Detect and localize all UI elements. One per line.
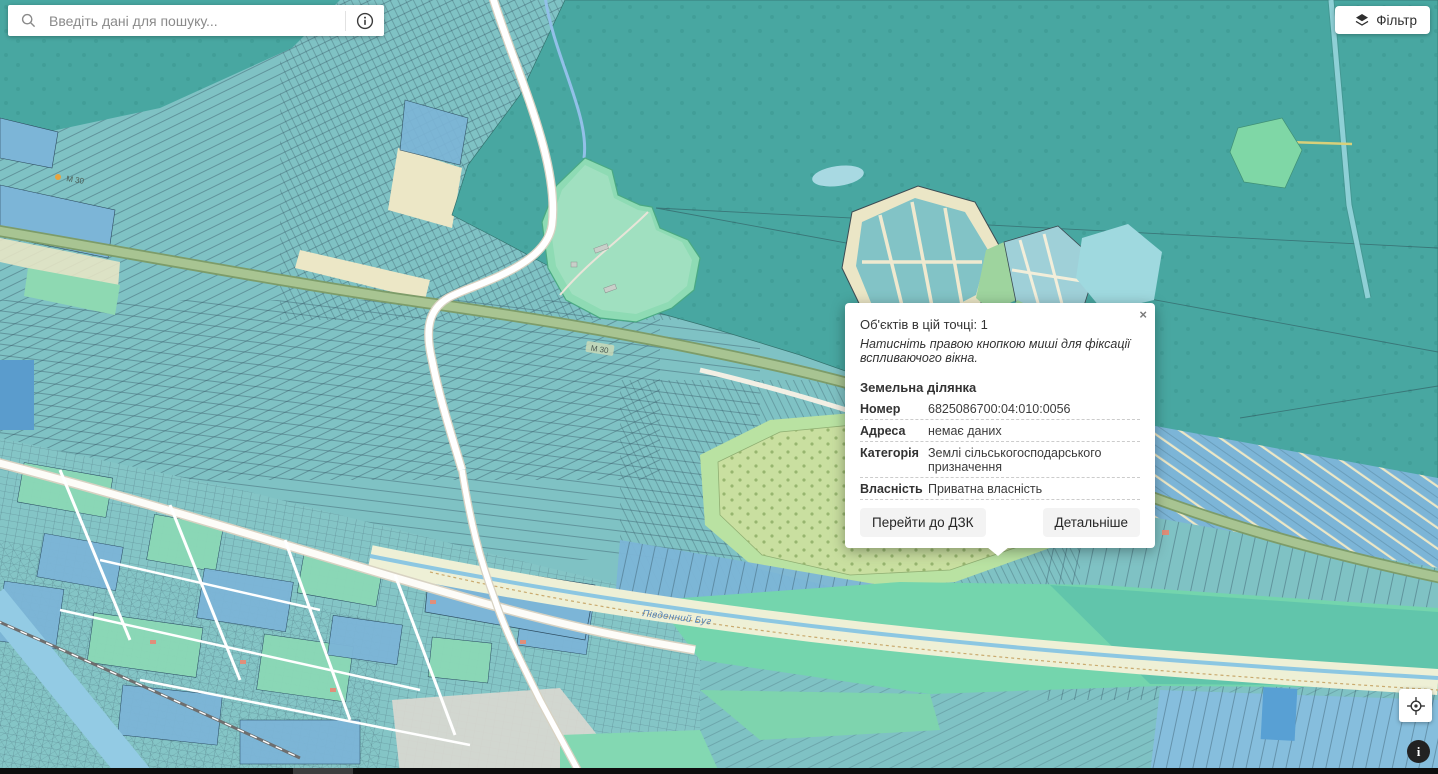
popup-close-button[interactable]: × [1139,308,1147,321]
map-popup: × Об'єктів в цій точці: 1 Натисніть прав… [845,303,1155,548]
attribution-i-icon: i [1417,744,1421,760]
field-value: немає даних [928,424,1140,438]
map-canvas[interactable]: М 30 М 30 Південний Буг [0,0,1438,774]
goto-dzk-button[interactable]: Перейти до ДЗК [860,508,986,537]
field-label: Адреса [860,424,928,438]
popup-hint: Натисніть правою кнопкою миші для фіксац… [860,337,1140,365]
field-label: Номер [860,402,928,416]
filter-button[interactable]: Фільтр [1335,6,1430,34]
search-icon [21,13,36,28]
popup-row-number: Номер 6825086700:04:010:0056 [860,398,1140,420]
layers-diamond-icon [1355,13,1369,27]
popup-section-title: Земельна ділянка [860,380,1140,395]
popup-row-category: Категорія Землі сільськогосподарського п… [860,442,1140,478]
bottom-bar [0,768,1438,774]
popup-row-ownership: Власність Приватна власність [860,478,1140,500]
field-value: Приватна власність [928,482,1140,496]
popup-tail [987,547,1009,556]
filter-label: Фільтр [1376,13,1417,28]
popup-objects-count: Об'єктів в цій точці: 1 [860,317,1140,332]
crosshair-icon [1405,695,1427,717]
search-bar [8,5,384,36]
locate-button[interactable] [1399,689,1432,722]
field-label: Власність [860,482,928,496]
field-value: Землі сільськогосподарського призначення [928,446,1140,474]
search-info-button[interactable] [346,5,384,36]
attribution-button[interactable]: i [1407,740,1430,763]
details-button[interactable]: Детальніше [1043,508,1140,537]
bottom-bar-segment [293,768,353,774]
popup-row-address: Адреса немає даних [860,420,1140,442]
field-label: Категорія [860,446,928,474]
search-input[interactable] [47,12,345,30]
field-value: 6825086700:04:010:0056 [928,402,1140,416]
info-circle-icon [356,12,374,30]
